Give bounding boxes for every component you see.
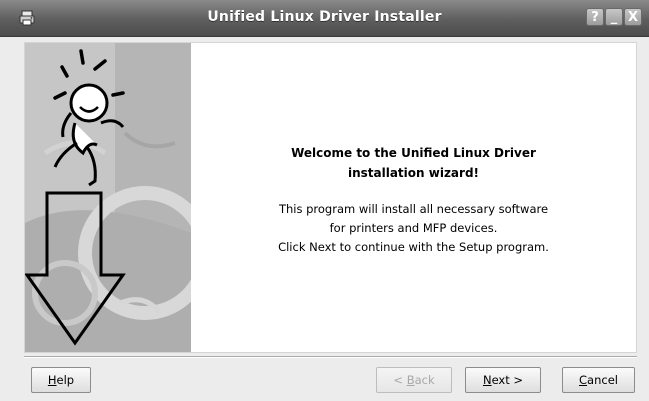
back-button[interactable]: < Back (376, 367, 452, 393)
welcome-description-line2: for printers and MFP devices. (329, 221, 498, 235)
welcome-heading: Welcome to the Unified Linux Driver inst… (191, 143, 636, 183)
next-button-mnemonic: N (482, 373, 492, 387)
minimize-button[interactable]: _ (605, 8, 623, 26)
welcome-heading-line2: installation wizard! (347, 166, 480, 180)
cancel-button-mnemonic: C (579, 373, 588, 387)
next-button-label: ext > (491, 373, 524, 387)
wizard-page: Welcome to the Unified Linux Driver inst… (24, 42, 637, 353)
close-button[interactable]: X (624, 8, 642, 26)
button-separator (24, 356, 637, 358)
welcome-description-line1: This program will install all necessary … (278, 202, 549, 216)
help-title-button[interactable]: ? (586, 8, 604, 26)
welcome-heading-line1: Welcome to the Unified Linux Driver (291, 146, 536, 160)
welcome-description: This program will install all necessary … (191, 200, 636, 257)
side-banner (25, 43, 191, 352)
help-button-mnemonic: H (47, 373, 57, 387)
banner-illustration (25, 43, 191, 352)
back-button-prefix: < (393, 373, 407, 387)
cancel-button[interactable]: Cancel (562, 367, 635, 393)
back-button-mnemonic: B (406, 373, 415, 387)
window-title: Unified Linux Driver Installer (207, 9, 442, 25)
installer-window: Unified Linux Driver Installer ? _ X Wel… (0, 0, 649, 401)
next-button[interactable]: Next > (465, 367, 541, 393)
welcome-area: Welcome to the Unified Linux Driver inst… (191, 43, 636, 352)
back-button-label: ack (414, 373, 435, 387)
welcome-description-line3: Click Next to continue with the Setup pr… (278, 240, 549, 254)
title-bar[interactable]: Unified Linux Driver Installer ? _ X (0, 0, 649, 37)
cancel-button-label: ancel (587, 373, 618, 387)
help-button-label: elp (56, 373, 75, 387)
help-button[interactable]: Help (31, 367, 91, 393)
